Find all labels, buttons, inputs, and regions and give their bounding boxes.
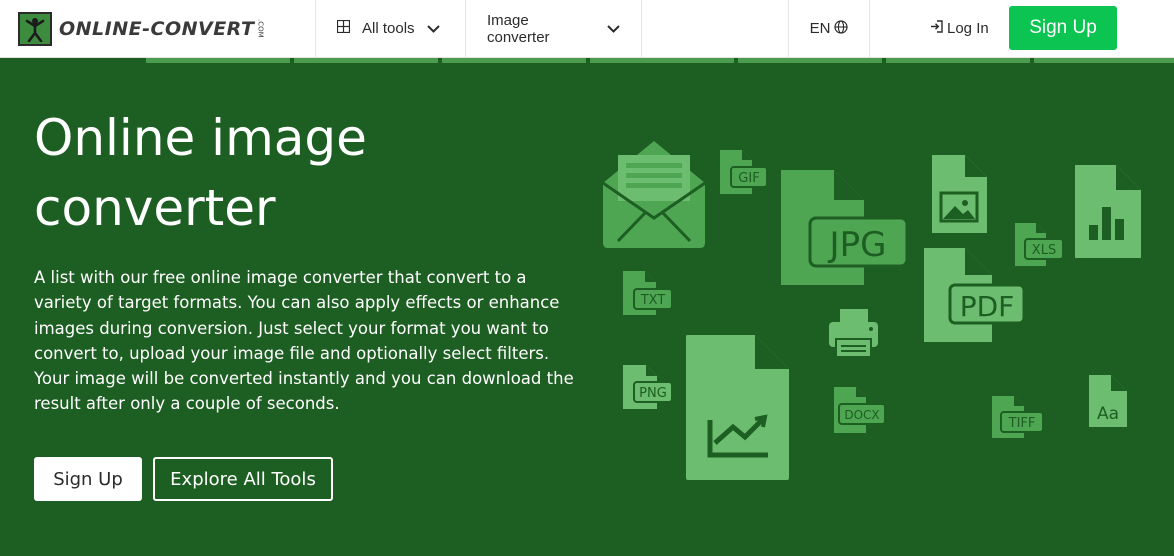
jpg-file-icon: JPG (781, 170, 909, 285)
font-label: Aa (1097, 404, 1119, 424)
header-signup-button[interactable]: Sign Up (1009, 6, 1117, 50)
trend-file-icon (686, 335, 789, 480)
pdf-file-icon: PDF (924, 248, 1026, 342)
all-tools-menu[interactable]: All tools (316, 0, 466, 57)
image-converter-label: Image converter (487, 11, 550, 46)
login-link[interactable]: Log In (930, 0, 989, 57)
xls-label: XLS (1032, 243, 1056, 258)
chart-file-icon (1075, 165, 1141, 258)
logo-tld: .COM (256, 19, 265, 38)
tiff-file-icon: TIFF (992, 396, 1044, 438)
language-selector[interactable]: EN (789, 0, 870, 57)
docx-label: DOCX (844, 408, 879, 422)
logo-figure-icon (18, 11, 52, 46)
xls-file-icon: XLS (1015, 223, 1064, 266)
gif-label: GIF (738, 171, 759, 186)
tiff-label: TIFF (1008, 416, 1036, 431)
txt-file-icon: TXT (623, 271, 673, 315)
image-file-icon (932, 155, 987, 233)
png-file-icon: PNG (623, 365, 673, 409)
login-label: Log In (947, 20, 989, 37)
all-tools-label: All tools (362, 20, 415, 37)
globe-icon (834, 19, 849, 38)
chevron-down-icon (607, 20, 620, 37)
header-spacer (642, 0, 789, 57)
file-formats-illustration: GIF JPG XLS TXT PDF PNG DOCX TIFF Aa (602, 141, 1141, 480)
hero-section: Online image converter A list with our f… (0, 63, 1174, 556)
png-label: PNG (639, 386, 667, 401)
sign-in-icon (930, 20, 943, 37)
logo-text: ONLINE-CONVERT (59, 17, 255, 40)
chevron-down-icon (426, 20, 440, 37)
printer-icon (829, 309, 878, 358)
image-converter-menu[interactable]: Image converter (466, 0, 642, 57)
font-file-icon: Aa (1089, 375, 1127, 427)
language-label: EN (809, 20, 831, 37)
gif-file-icon: GIF (720, 150, 768, 194)
site-header: ONLINE-CONVERT .COM All tools Image conv… (0, 0, 1174, 58)
txt-label: TXT (640, 293, 666, 308)
pdf-label: PDF (960, 290, 1015, 323)
jpg-label: JPG (828, 225, 887, 265)
docx-file-icon: DOCX (834, 387, 886, 433)
envelope-icon (602, 141, 706, 248)
grid-icon (336, 19, 351, 37)
site-logo[interactable]: ONLINE-CONVERT .COM (0, 0, 316, 57)
